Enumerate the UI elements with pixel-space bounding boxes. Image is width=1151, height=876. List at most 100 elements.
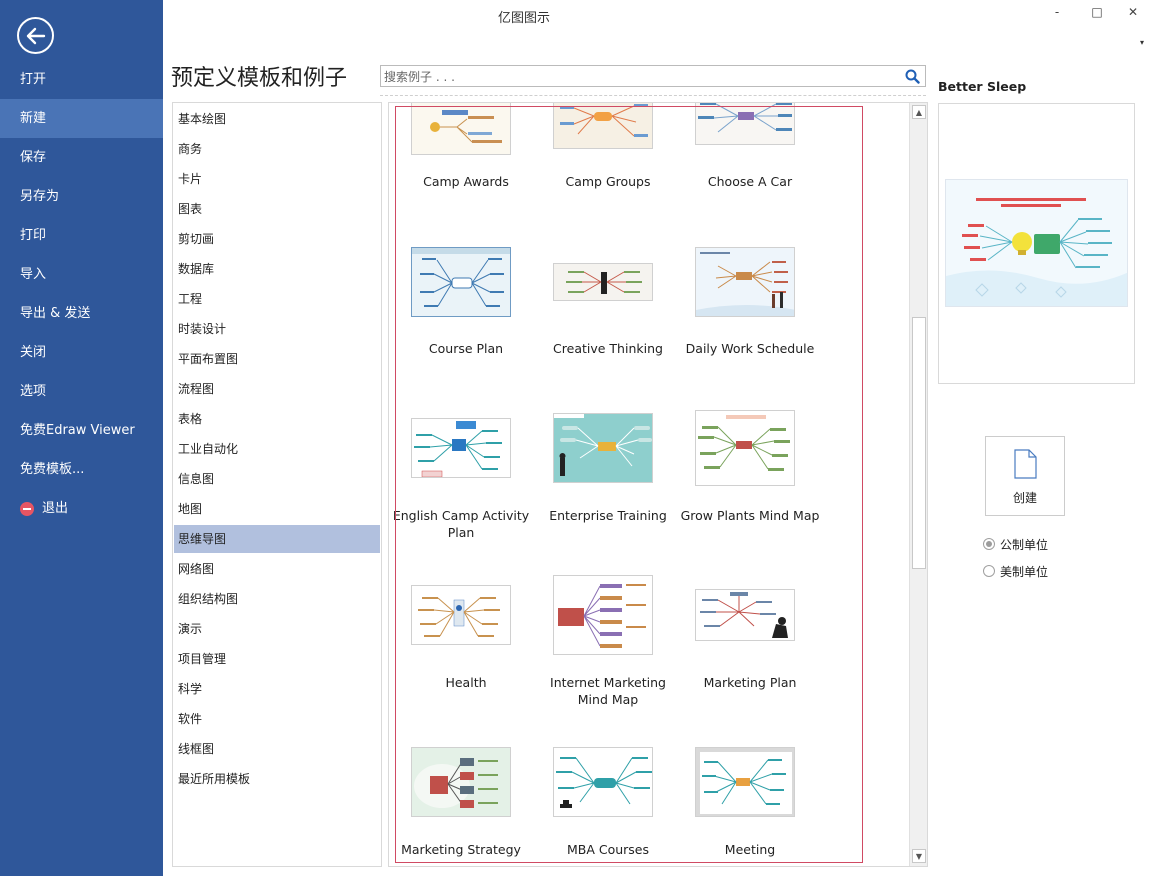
template-label: Internet Marketing Mind Map [550, 675, 666, 707]
category-item[interactable]: 最近所用模板 [174, 765, 380, 793]
menu-export-send[interactable]: 导出 & 发送 [0, 294, 163, 333]
template-label: Marketing Strategy [401, 842, 521, 857]
menu-exit[interactable]: 退出 [0, 489, 163, 528]
menu-import[interactable]: 导入 [0, 255, 163, 294]
template-label: Meeting [724, 842, 776, 857]
menu-label: 另存为 [20, 189, 60, 204]
menu-label: 新建 [20, 111, 47, 126]
page-title: 预定义模板和例子 [171, 66, 348, 91]
category-item[interactable]: 剪切画 [174, 225, 380, 253]
menu-label: 免费Edraw Viewer [20, 423, 135, 438]
preview-panel [938, 103, 1135, 384]
menu-label: 关闭 [20, 345, 47, 360]
category-item[interactable]: 卡片 [174, 165, 380, 193]
category-list: 基本绘图 商务 卡片 图表 剪切画 数据库 工程 时装设计 平面布置图 流程图 … [172, 102, 382, 867]
menu-close[interactable]: 关闭 [0, 333, 163, 372]
search-box [380, 65, 926, 87]
category-item[interactable]: 工业自动化 [174, 435, 380, 463]
search-icon[interactable] [905, 69, 920, 84]
template-thumbnail [411, 747, 511, 817]
template-thumbnail [695, 410, 795, 486]
category-item[interactable]: 表格 [174, 405, 380, 433]
preview-title: Better Sleep [938, 79, 1027, 94]
radio-button[interactable] [983, 565, 995, 577]
arrow-left-icon [26, 27, 45, 44]
menu-new[interactable]: 新建 [0, 99, 163, 138]
template-label: Camp Awards [423, 174, 509, 189]
category-item[interactable]: 时装设计 [174, 315, 380, 343]
title-bar: 亿图图示 [163, 0, 1151, 30]
close-button[interactable]: ✕ [1122, 3, 1144, 23]
template-label: English Camp Activity Plan [392, 508, 530, 540]
menu-free-templates[interactable]: 免费模板... [0, 450, 163, 489]
template-thumbnail [553, 747, 653, 817]
category-item[interactable]: 线框图 [174, 735, 380, 763]
ribbon-toggle-button[interactable]: ▾ [1140, 38, 1144, 47]
menu-save-as[interactable]: 另存为 [0, 177, 163, 216]
template-thumbnail [553, 413, 653, 483]
template-thumbnail [553, 103, 653, 149]
template-label: Creative Thinking [553, 341, 663, 356]
category-item[interactable]: 流程图 [174, 375, 380, 403]
category-item[interactable]: 项目管理 [174, 645, 380, 673]
template-thumbnail [411, 103, 511, 155]
minimize-button[interactable]: - [1046, 3, 1068, 23]
backstage-sidebar: 打开 新建 保存 另存为 打印 导入 导出 & 发送 关闭 选项 免费Edraw… [0, 0, 163, 876]
template-thumbnail [695, 747, 795, 817]
back-button[interactable] [17, 17, 54, 54]
radio-button[interactable] [983, 538, 995, 550]
category-item[interactable]: 商务 [174, 135, 380, 163]
window-title: 亿图图示 [498, 11, 551, 26]
category-item[interactable]: 科学 [174, 675, 380, 703]
metric-units-option[interactable]: 公制单位 [983, 535, 1048, 553]
menu-label: 保存 [20, 150, 47, 165]
template-thumbnail [411, 418, 511, 478]
exit-icon [20, 501, 34, 516]
template-label: Choose A Car [707, 174, 793, 189]
gallery-scrollbar[interactable]: ▲ ▼ [909, 103, 927, 866]
search-input[interactable] [381, 67, 891, 87]
scroll-thumb[interactable] [912, 317, 926, 569]
template-gallery: Camp Awards Camp Groups Choose A Car Cou… [388, 102, 928, 867]
menu-label: 导入 [20, 267, 47, 282]
template-thumbnail [695, 247, 795, 317]
template-label: Course Plan [428, 341, 504, 356]
preview-image [945, 179, 1128, 307]
category-item-mind-map[interactable]: 思维导图 [174, 525, 380, 553]
template-thumbnail [553, 575, 653, 655]
template-label: Grow Plants Mind Map [680, 508, 820, 523]
divider [380, 95, 926, 96]
category-item[interactable]: 地图 [174, 495, 380, 523]
category-item[interactable]: 信息图 [174, 465, 380, 493]
menu-label: 导出 & 发送 [20, 306, 91, 321]
menu-print[interactable]: 打印 [0, 216, 163, 255]
radio-label: 美制单位 [1000, 564, 1049, 579]
menu-label: 免费模板... [20, 462, 85, 477]
category-item[interactable]: 数据库 [174, 255, 380, 283]
category-item[interactable]: 软件 [174, 705, 380, 733]
menu-free-viewer[interactable]: 免费Edraw Viewer [0, 411, 163, 450]
menu-open[interactable]: 打开 [0, 60, 163, 99]
menu-label: 选项 [20, 384, 47, 399]
template-label: MBA Courses [566, 842, 650, 857]
menu-label: 打印 [20, 228, 47, 243]
category-item[interactable]: 工程 [174, 285, 380, 313]
menu-save[interactable]: 保存 [0, 138, 163, 177]
backstage-menu: 打开 新建 保存 另存为 打印 导入 导出 & 发送 关闭 选项 免费Edraw… [0, 60, 163, 528]
template-label: Enterprise Training [549, 508, 667, 523]
template-label: Marketing Plan [703, 675, 797, 690]
category-item[interactable]: 平面布置图 [174, 345, 380, 373]
us-units-option[interactable]: 美制单位 [983, 562, 1048, 580]
category-item[interactable]: 图表 [174, 195, 380, 223]
template-label: Health [445, 675, 487, 690]
scroll-down-icon[interactable]: ▼ [912, 849, 926, 863]
maximize-button[interactable]: □ [1086, 3, 1108, 23]
menu-options[interactable]: 选项 [0, 372, 163, 411]
category-item[interactable]: 网络图 [174, 555, 380, 583]
scroll-up-icon[interactable]: ▲ [912, 105, 926, 119]
category-item[interactable]: 演示 [174, 615, 380, 643]
category-item[interactable]: 组织结构图 [174, 585, 380, 613]
create-button[interactable]: 创建 [985, 436, 1065, 516]
category-item[interactable]: 基本绘图 [174, 105, 380, 133]
menu-label: 打开 [20, 72, 47, 87]
